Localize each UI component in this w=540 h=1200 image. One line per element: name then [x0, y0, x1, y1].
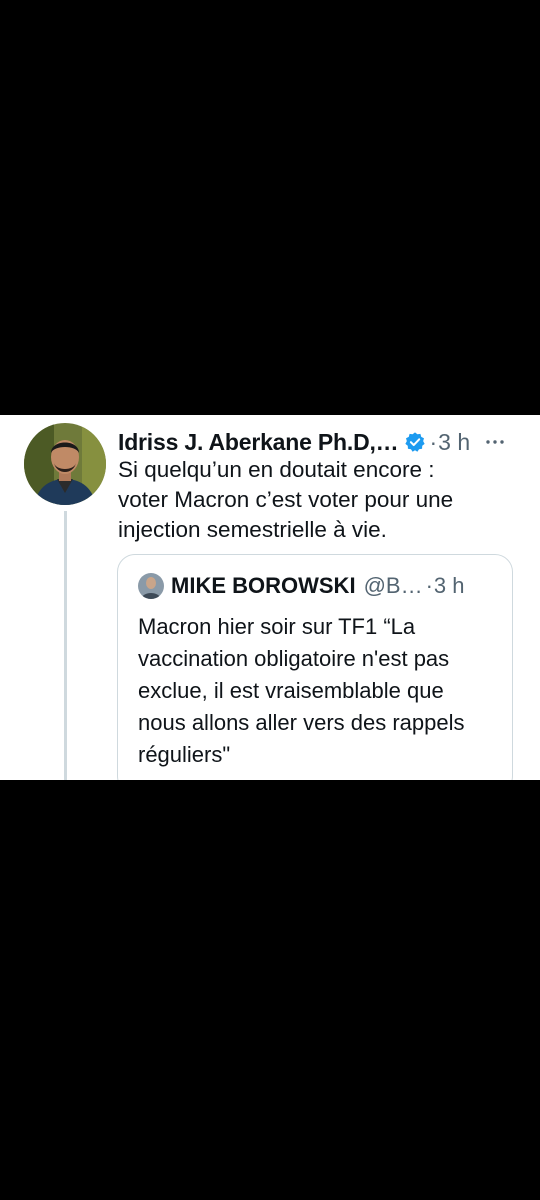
header-separator: ·: [429, 428, 438, 455]
thread-line: [64, 511, 67, 780]
quoted-tweet-timestamp[interactable]: 3 h: [434, 573, 465, 599]
tweet-timestamp[interactable]: 3 h: [438, 429, 470, 456]
quoted-tweet-text: Macron hier soir sur TF1 “La vaccination…: [138, 614, 465, 767]
verified-badge-icon: [404, 431, 426, 453]
tweet-card[interactable]: Idriss J. Aberkane Ph.D,… · 3 h Si quelq…: [0, 415, 540, 780]
quoted-tweet-card[interactable]: MIKE BOROWSKI @B… · 3 h Macron hier soir…: [117, 554, 513, 780]
quoted-author-handle[interactable]: @B…: [364, 573, 423, 599]
author-name[interactable]: Idriss J. Aberkane Ph.D,…: [118, 429, 399, 456]
quoted-header-separator: ·: [425, 573, 433, 598]
ellipsis-icon[interactable]: [484, 431, 506, 453]
quoted-author-name[interactable]: MIKE BOROWSKI: [171, 573, 356, 599]
tweet-text: Si quelqu’un en doutait encore : voter M…: [118, 457, 454, 542]
quoted-tweet-header: MIKE BOROWSKI @B… · 3 h: [138, 571, 465, 601]
quoted-author-avatar: [138, 573, 164, 599]
author-avatar[interactable]: [24, 423, 106, 505]
